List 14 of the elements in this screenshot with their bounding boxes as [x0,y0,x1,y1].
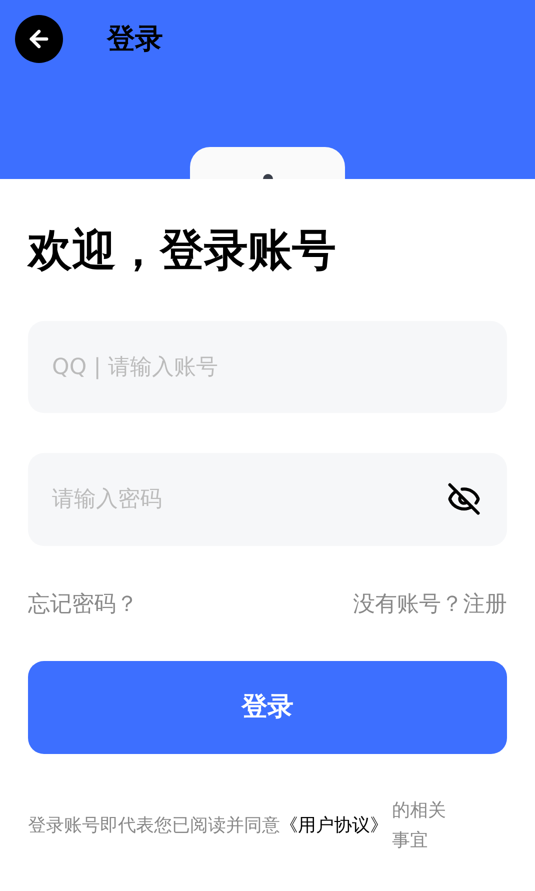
agreement-text: 登录账号即代表您已阅读并同意 [28,814,280,838]
register-link[interactable]: 注册 [463,588,507,621]
welcome-heading: 欢迎，登录账号 [28,224,337,278]
agreement-suffix: 的相关事宜 [392,799,447,853]
avatar-icon [262,172,274,179]
login-button[interactable]: 登录 [28,661,507,754]
register-prompt: 没有账号？ [353,591,463,619]
back-button[interactable] [15,15,63,63]
account-field[interactable]: QQ | 请输入账号 [28,321,507,413]
page-title: 登录 [107,21,163,57]
forgot-password-link[interactable]: 忘记密码？ [28,588,138,621]
password-field[interactable]: 请输入密码 [28,453,507,546]
hide-password-icon[interactable] [447,482,481,516]
user-agreement-link[interactable]: 《用户协议》 [280,811,388,841]
